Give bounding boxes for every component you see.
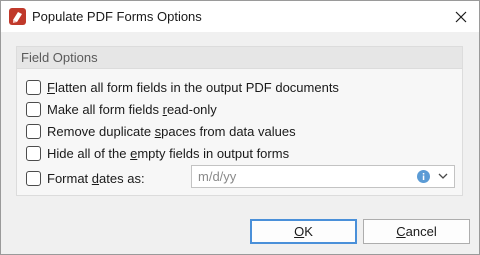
date-format-dropdown[interactable]: m/d/yy	[191, 165, 455, 188]
ok-label: OK	[294, 224, 313, 239]
flatten-label: Flatten all form fields in the output PD…	[47, 79, 339, 95]
populate-forms-dialog: Populate PDF Forms Options Field Options…	[0, 0, 480, 255]
hide-empty-checkbox[interactable]	[26, 145, 41, 161]
cancel-button[interactable]: Cancel	[363, 219, 470, 244]
remove-spaces-label: Remove duplicate spaces from data values	[47, 123, 296, 139]
title-bar: Populate PDF Forms Options	[1, 1, 479, 32]
flatten-checkbox[interactable]	[26, 79, 41, 95]
remove-spaces-checkbox[interactable]	[26, 123, 41, 139]
option-hide-empty[interactable]: Hide all of the empty fields in output f…	[26, 144, 289, 162]
window-title: Populate PDF Forms Options	[32, 9, 202, 24]
close-button[interactable]	[443, 1, 479, 32]
info-icon[interactable]	[417, 170, 430, 183]
option-remove-spaces[interactable]: Remove duplicate spaces from data values	[26, 122, 296, 140]
read-only-label: Make all form fields read-only	[47, 101, 217, 117]
date-format-value: m/d/yy	[198, 169, 237, 184]
group-header: Field Options	[17, 47, 462, 69]
format-dates-checkbox[interactable]	[26, 170, 41, 186]
ok-button[interactable]: OK	[250, 219, 357, 244]
app-icon	[9, 8, 26, 25]
option-read-only[interactable]: Make all form fields read-only	[26, 100, 217, 118]
read-only-checkbox[interactable]	[26, 101, 41, 117]
cancel-label: Cancel	[396, 224, 437, 239]
option-format-dates[interactable]: Format dates as:	[26, 169, 145, 187]
group-title: Field Options	[21, 50, 98, 65]
close-icon	[455, 11, 467, 22]
hide-empty-label: Hide all of the empty fields in output f…	[47, 145, 290, 161]
option-flatten-fields[interactable]: Flatten all form fields in the output PD…	[26, 78, 339, 96]
chevron-down-icon[interactable]	[438, 173, 448, 180]
dialog-footer: OK Cancel	[1, 210, 479, 254]
dialog-content: Field Options Flatten all form fields in…	[1, 32, 479, 210]
format-dates-label: Format dates as:	[47, 170, 145, 186]
field-options-group: Field Options Flatten all form fields in…	[16, 46, 463, 196]
